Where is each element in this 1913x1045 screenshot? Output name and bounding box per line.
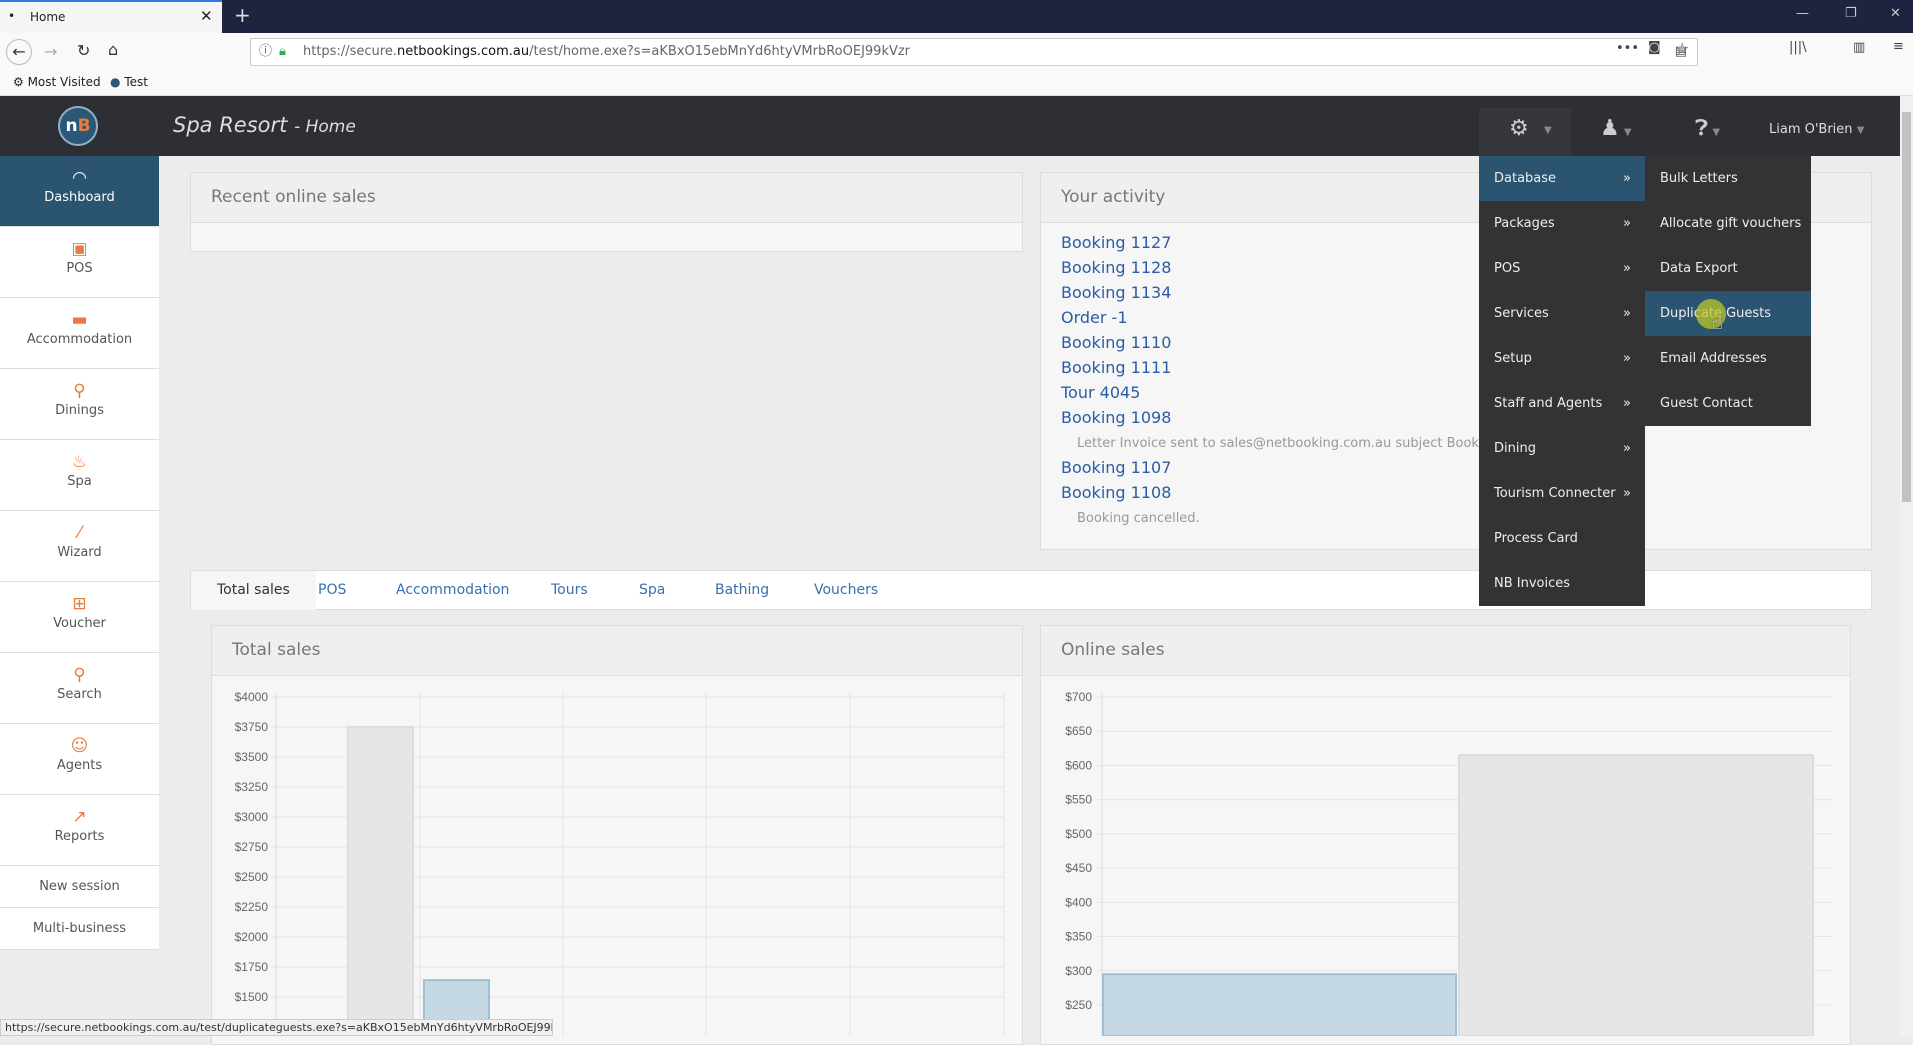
menu-item-label: Tourism Connecter — [1494, 486, 1616, 501]
submenu-arrow-icon: » — [1623, 486, 1631, 501]
menu-item-setup[interactable]: Setup » — [1479, 336, 1645, 381]
bar[interactable] — [1102, 973, 1457, 1036]
database-submenu: Bulk Letters Allocate gift vouchers Data E… — [1645, 156, 1811, 426]
menu-item-database[interactable]: Database » — [1479, 156, 1645, 201]
menu-item-staff-and-agents[interactable]: Staff and Agents » — [1479, 381, 1645, 426]
y-tick-label: $250 — [1065, 998, 1092, 1012]
settings-dropdown: Database» Packages» POS» Services» Setup» Sta… — [1479, 156, 1645, 606]
scrollbar-thumb[interactable] — [1902, 112, 1911, 502]
submenu-item-allocate-gift-vouchers[interactable]: Allocate gift vouchers — [1645, 201, 1811, 246]
y-tick-label: $600 — [1065, 758, 1092, 772]
y-tick-label: $300 — [1065, 964, 1092, 978]
y-tick-label: $2000 — [235, 930, 269, 944]
menu-item-label: Process Card — [1494, 531, 1578, 546]
y-tick-label: $350 — [1065, 930, 1092, 944]
submenu-arrow-icon: » — [1623, 261, 1631, 276]
menu-item-dining[interactable]: Dining » — [1479, 426, 1645, 471]
y-tick-label: $3750 — [235, 720, 269, 734]
menu-item-packages[interactable]: Packages » — [1479, 201, 1645, 246]
submenu-arrow-icon: » — [1623, 306, 1631, 321]
y-tick-label: $450 — [1065, 861, 1092, 875]
submenu-item-duplicate-guests[interactable]: Duplicate Guests — [1645, 291, 1811, 336]
submenu-arrow-icon: » — [1623, 216, 1631, 231]
submenu-item-bulk-letters[interactable]: Bulk Letters — [1645, 156, 1811, 201]
y-tick-label: $500 — [1065, 827, 1092, 841]
menu-item-pos[interactable]: POS » — [1479, 246, 1645, 291]
bar[interactable] — [347, 726, 414, 1036]
submenu-arrow-icon: » — [1623, 171, 1631, 186]
y-tick-label: $1500 — [235, 990, 269, 1004]
menu-item-services[interactable]: Services » — [1479, 291, 1645, 336]
menu-item-label: Database — [1494, 171, 1557, 186]
y-tick-label: $2250 — [235, 900, 269, 914]
menu-item-label: Services — [1494, 306, 1549, 321]
y-tick-label: $550 — [1065, 793, 1092, 807]
menu-item-label: Setup — [1494, 351, 1532, 366]
menu-item-label: Packages — [1494, 216, 1555, 231]
submenu-item-email-addresses[interactable]: Email Addresses — [1645, 336, 1811, 381]
menu-item-process-card[interactable]: Process Card — [1479, 516, 1645, 561]
submenu-arrow-icon: » — [1623, 396, 1631, 411]
y-tick-label: $650 — [1065, 724, 1092, 738]
submenu-item-data-export[interactable]: Data Export — [1645, 246, 1811, 291]
menu-item-label: Staff and Agents — [1494, 396, 1603, 411]
menu-item-label: POS — [1494, 261, 1521, 276]
y-tick-label: $2500 — [235, 870, 269, 884]
y-tick-label: $3250 — [235, 780, 269, 794]
submenu-item-guest-contact[interactable]: Guest Contact — [1645, 381, 1811, 426]
menu-item-label: NB Invoices — [1494, 576, 1571, 591]
submenu-arrow-icon: » — [1623, 441, 1631, 456]
y-tick-label: $1750 — [235, 960, 269, 974]
menu-item-tourism-connecter[interactable]: Tourism Connecter » — [1479, 471, 1645, 516]
y-tick-label: $2750 — [235, 840, 269, 854]
menu-item-nb-invoices[interactable]: NB Invoices — [1479, 561, 1645, 606]
y-tick-label: $3500 — [235, 750, 269, 764]
menu-item-label: Dining — [1494, 441, 1536, 456]
bar[interactable] — [1458, 754, 1814, 1036]
y-tick-label: $400 — [1065, 895, 1092, 909]
hand-cursor-icon: ☝ — [1712, 313, 1723, 334]
status-bar-url: https://secure.netbookings.com.au/test/d… — [0, 1019, 553, 1036]
submenu-arrow-icon: » — [1623, 351, 1631, 366]
y-tick-label: $4000 — [235, 690, 269, 704]
y-tick-label: $700 — [1065, 690, 1092, 704]
y-tick-label: $3000 — [235, 810, 269, 824]
